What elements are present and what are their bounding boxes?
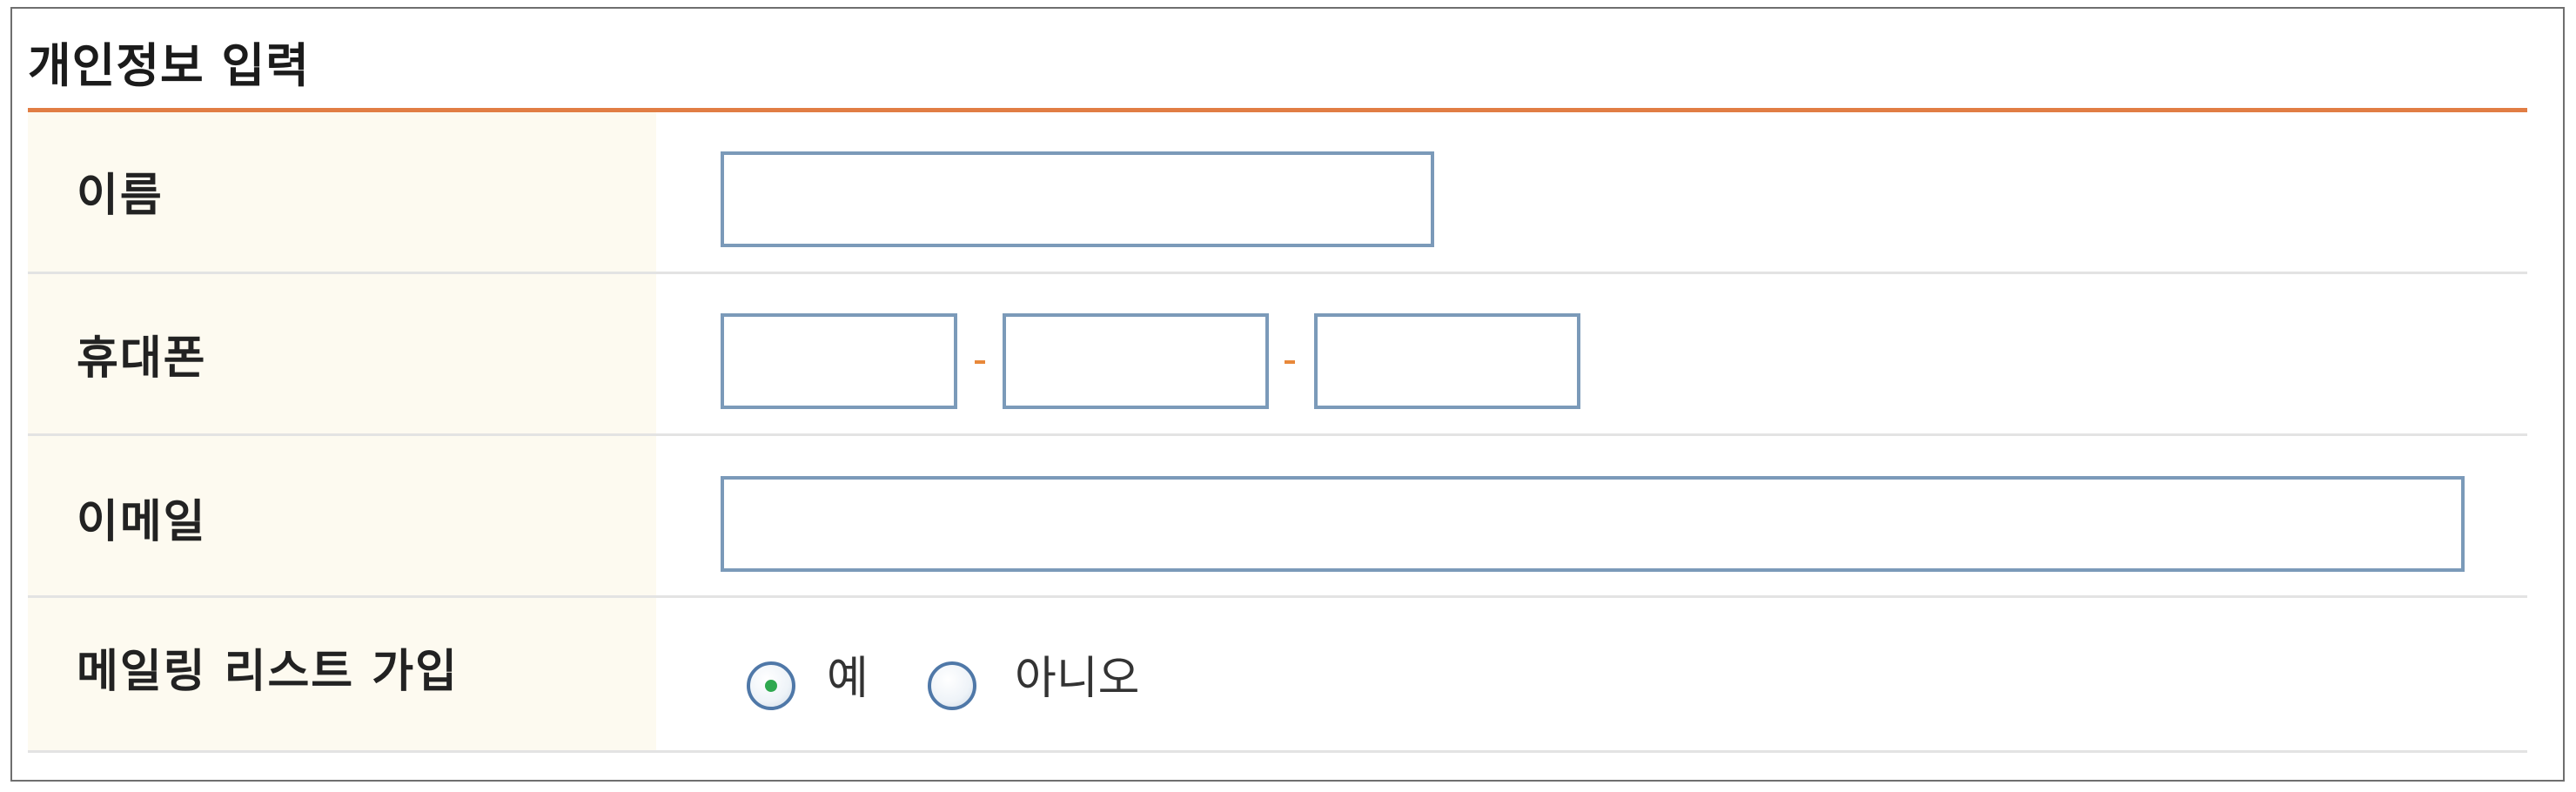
mailing-list-label: 메일링 리스트 가입: [77, 646, 459, 698]
phone-part2-input[interactable]: [1003, 313, 1269, 409]
phone-separator: [1285, 360, 1295, 364]
mailing-no-label[interactable]: 아니오: [1015, 644, 1140, 714]
name-input[interactable]: [721, 151, 1434, 247]
mailing-no-radio[interactable]: [928, 661, 976, 710]
mailing-yes-label[interactable]: 예: [827, 644, 869, 714]
name-label: 이름: [77, 170, 164, 222]
mailing-yes-radio[interactable]: [747, 661, 795, 710]
row-divider: [28, 272, 2527, 274]
email-input[interactable]: [721, 476, 2465, 572]
email-label: 이메일: [77, 496, 207, 548]
row-divider: [28, 595, 2527, 598]
row-divider: [28, 750, 2527, 753]
section-title: 개인정보 입력: [28, 38, 310, 93]
row-divider: [28, 433, 2527, 436]
phone-part1-input[interactable]: [721, 313, 957, 409]
phone-part3-input[interactable]: [1314, 313, 1580, 409]
radio-selected-dot: [765, 680, 777, 692]
phone-separator: [975, 360, 985, 364]
phone-label: 휴대폰: [77, 332, 207, 385]
